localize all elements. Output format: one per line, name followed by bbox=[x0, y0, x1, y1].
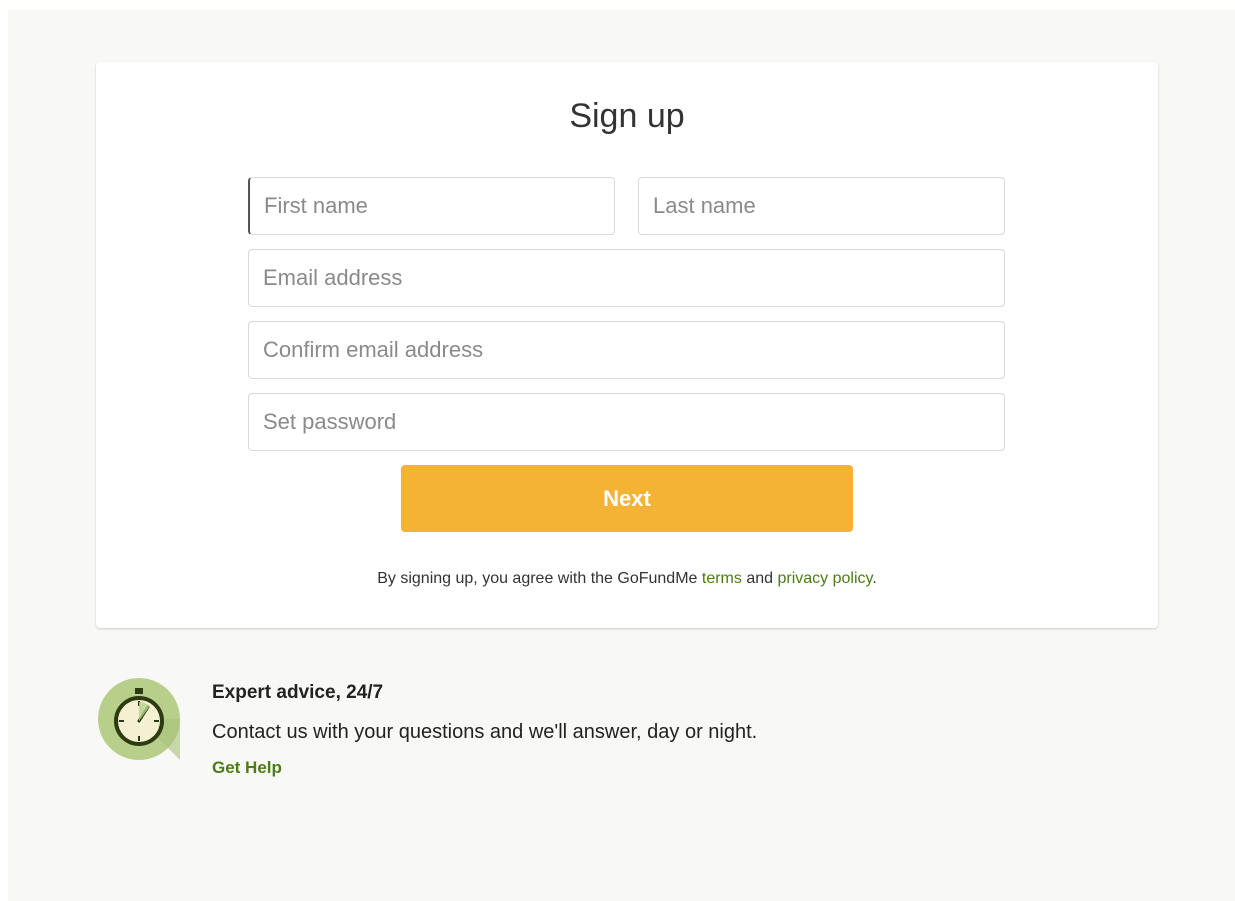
confirm-email-field[interactable] bbox=[248, 321, 1005, 379]
email-field[interactable] bbox=[248, 249, 1005, 307]
first-name-field[interactable] bbox=[248, 177, 615, 235]
page-title: Sign up bbox=[569, 97, 685, 135]
password-field[interactable] bbox=[248, 393, 1005, 451]
help-description: Contact us with your questions and we'll… bbox=[212, 721, 758, 743]
terms-suffix-text: . bbox=[872, 570, 877, 587]
next-button[interactable]: Next bbox=[401, 465, 853, 532]
terms-link[interactable]: terms bbox=[702, 570, 742, 587]
help-title: Expert advice, 24/7 bbox=[212, 682, 384, 703]
privacy-policy-link[interactable]: privacy policy bbox=[777, 570, 872, 587]
signup-card: Sign up Next By signing up, you agree wi… bbox=[96, 62, 1158, 628]
last-name-field[interactable] bbox=[638, 177, 1005, 235]
terms-prefix-text: By signing up, you agree with the GoFund… bbox=[377, 570, 702, 587]
page-background: Sign up Next By signing up, you agree wi… bbox=[8, 10, 1235, 901]
stopwatch-icon bbox=[98, 678, 180, 760]
terms-and-text: and bbox=[741, 570, 778, 587]
terms-notice: By signing up, you agree with the GoFund… bbox=[96, 570, 1158, 588]
get-help-link[interactable]: Get Help bbox=[212, 758, 282, 778]
help-section: Expert advice, 24/7 Contact us with your… bbox=[98, 678, 998, 788]
